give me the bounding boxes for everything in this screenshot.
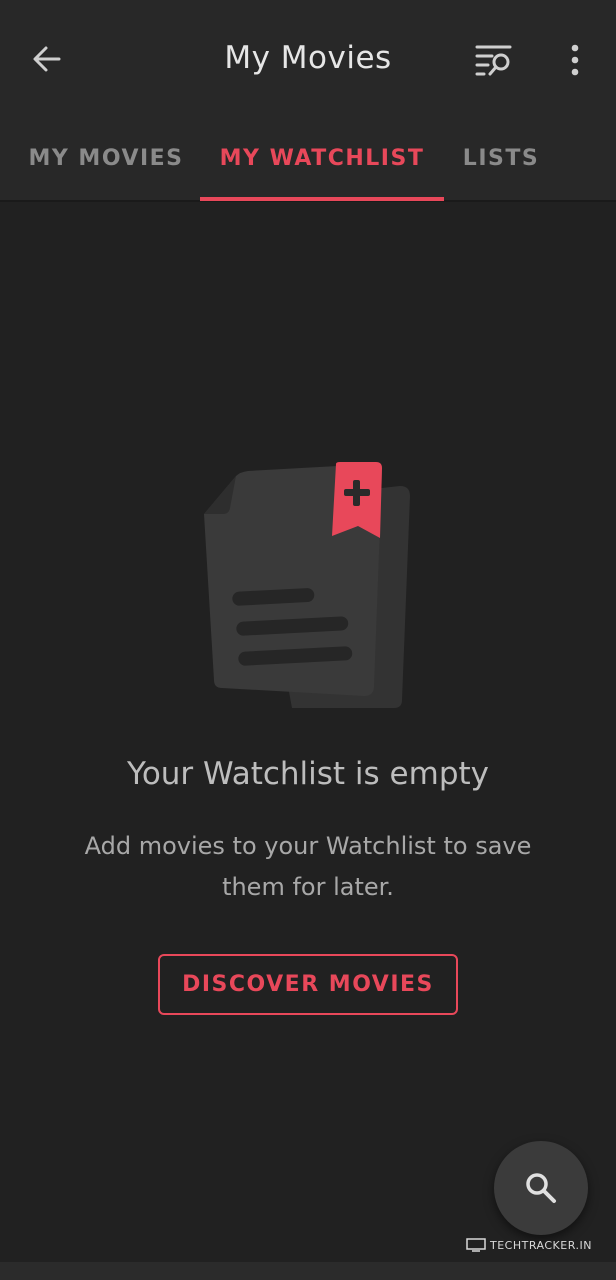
tab-lists[interactable]: LISTS [448, 122, 554, 200]
page-title: My Movies [224, 40, 392, 76]
tab-my-movies[interactable]: MY MOVIES [16, 122, 196, 200]
discover-movies-button[interactable]: DISCOVER MOVIES [158, 954, 458, 1015]
watermark: TECHTRACKER.IN [466, 1238, 592, 1252]
filter-search-icon [475, 45, 512, 76]
empty-state-title: Your Watchlist is empty [127, 756, 489, 792]
filter-search-button[interactable] [468, 36, 520, 84]
screen: My Movies MY MOVIES MY WATCHLIST LISTS Y… [0, 0, 616, 1280]
more-options-button[interactable] [552, 36, 598, 84]
search-icon [526, 1173, 556, 1203]
app-bar: My Movies MY MOVIES MY WATCHLIST LISTS [0, 0, 616, 202]
system-nav-bar [0, 1262, 616, 1280]
search-fab[interactable] [494, 1141, 588, 1235]
watchlist-document-bookmark-icon [204, 462, 410, 708]
tab-my-watchlist[interactable]: MY WATCHLIST [200, 122, 444, 200]
more-vertical-icon [571, 44, 579, 76]
empty-state-description: Add movies to your Watchlist to save the… [84, 832, 532, 901]
monitor-icon [466, 1238, 486, 1252]
watermark-text: TECHTRACKER.IN [490, 1238, 592, 1252]
active-tab-indicator [200, 197, 444, 201]
